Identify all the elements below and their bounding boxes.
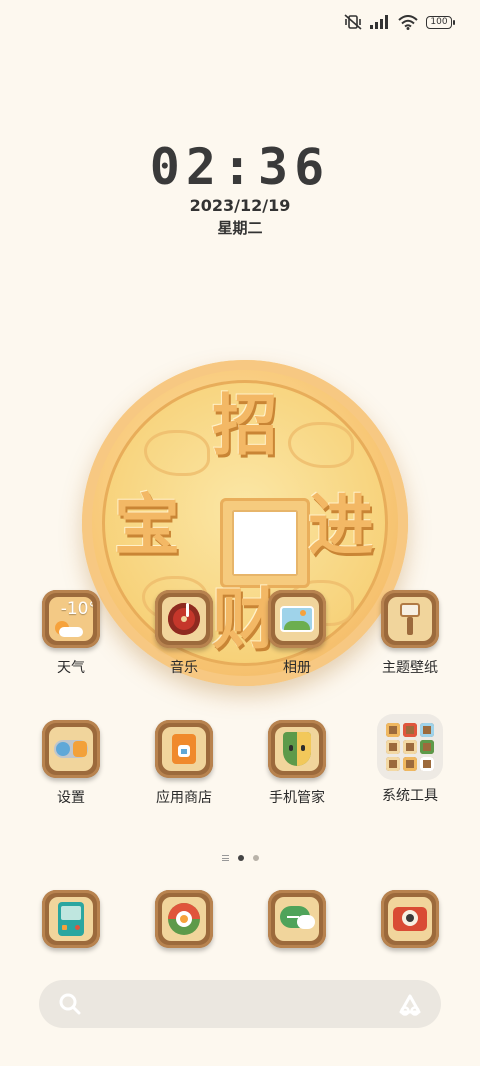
battery-icon: 100 bbox=[426, 15, 455, 29]
search-icon[interactable] bbox=[59, 993, 81, 1015]
app-label: 应用商店 bbox=[156, 790, 212, 806]
app-themes[interactable]: 主题壁纸 bbox=[370, 590, 450, 677]
coin-swirl bbox=[288, 422, 354, 468]
app-store-bag-icon bbox=[155, 720, 213, 778]
coin-char-right: 进 bbox=[308, 486, 374, 564]
app-weather[interactable]: -10° 天气 bbox=[31, 590, 111, 677]
browser-icon bbox=[155, 890, 213, 948]
assistant-icon[interactable] bbox=[397, 992, 423, 1016]
search-bar[interactable] bbox=[39, 980, 441, 1028]
dock-phone[interactable] bbox=[31, 890, 111, 948]
app-gallery[interactable]: 相册 bbox=[257, 590, 337, 677]
music-icon bbox=[155, 590, 213, 648]
signal-icon bbox=[370, 15, 388, 29]
dock-camera[interactable] bbox=[370, 890, 450, 948]
app-music[interactable]: 音乐 bbox=[144, 590, 224, 677]
app-settings[interactable]: 设置 bbox=[31, 720, 111, 807]
clock-date: 2023/12/19 bbox=[189, 196, 291, 215]
dock-messages[interactable] bbox=[257, 890, 337, 948]
page-dot bbox=[252, 855, 259, 861]
page-indicator-menu bbox=[221, 855, 229, 861]
lucky-coin-wallpaper: 招 进 财 宝 bbox=[82, 360, 408, 686]
coin-square-hole bbox=[220, 498, 310, 588]
gallery-icon bbox=[268, 590, 326, 648]
folder-system-tools[interactable]: 系统工具 bbox=[370, 714, 450, 805]
mute-vibrate-icon bbox=[344, 14, 362, 30]
camera-icon bbox=[381, 890, 439, 948]
clock-time[interactable]: 02:36 bbox=[0, 138, 480, 196]
app-label: 主题壁纸 bbox=[382, 660, 438, 676]
coin-swirl bbox=[144, 430, 210, 476]
wifi-icon bbox=[398, 14, 418, 30]
clock-weekday: 星期二 bbox=[217, 219, 263, 237]
security-shield-icon bbox=[268, 720, 326, 778]
page-indicator[interactable] bbox=[0, 855, 480, 861]
theme-brush-icon bbox=[381, 590, 439, 648]
app-label: 系统工具 bbox=[382, 788, 438, 804]
system-tools-folder-icon bbox=[377, 714, 443, 780]
status-bar: 100 bbox=[344, 10, 455, 34]
settings-toggle-icon bbox=[42, 720, 100, 778]
app-label: 音乐 bbox=[170, 660, 198, 676]
battery-level: 100 bbox=[430, 17, 448, 27]
page-dot-active bbox=[237, 855, 244, 861]
weather-icon: -10° bbox=[42, 590, 100, 648]
app-label: 设置 bbox=[57, 790, 85, 806]
messages-icon bbox=[268, 890, 326, 948]
weather-temperature: -10° bbox=[60, 599, 93, 619]
app-label: 手机管家 bbox=[269, 790, 325, 806]
phone-icon bbox=[42, 890, 100, 948]
app-phone-manager[interactable]: 手机管家 bbox=[257, 720, 337, 807]
coin-char-top: 招 bbox=[212, 386, 278, 464]
dock-browser[interactable] bbox=[144, 890, 224, 948]
coin-char-left: 宝 bbox=[114, 486, 180, 564]
app-label: 天气 bbox=[57, 660, 85, 676]
app-store[interactable]: 应用商店 bbox=[144, 720, 224, 807]
app-label: 相册 bbox=[283, 660, 311, 676]
